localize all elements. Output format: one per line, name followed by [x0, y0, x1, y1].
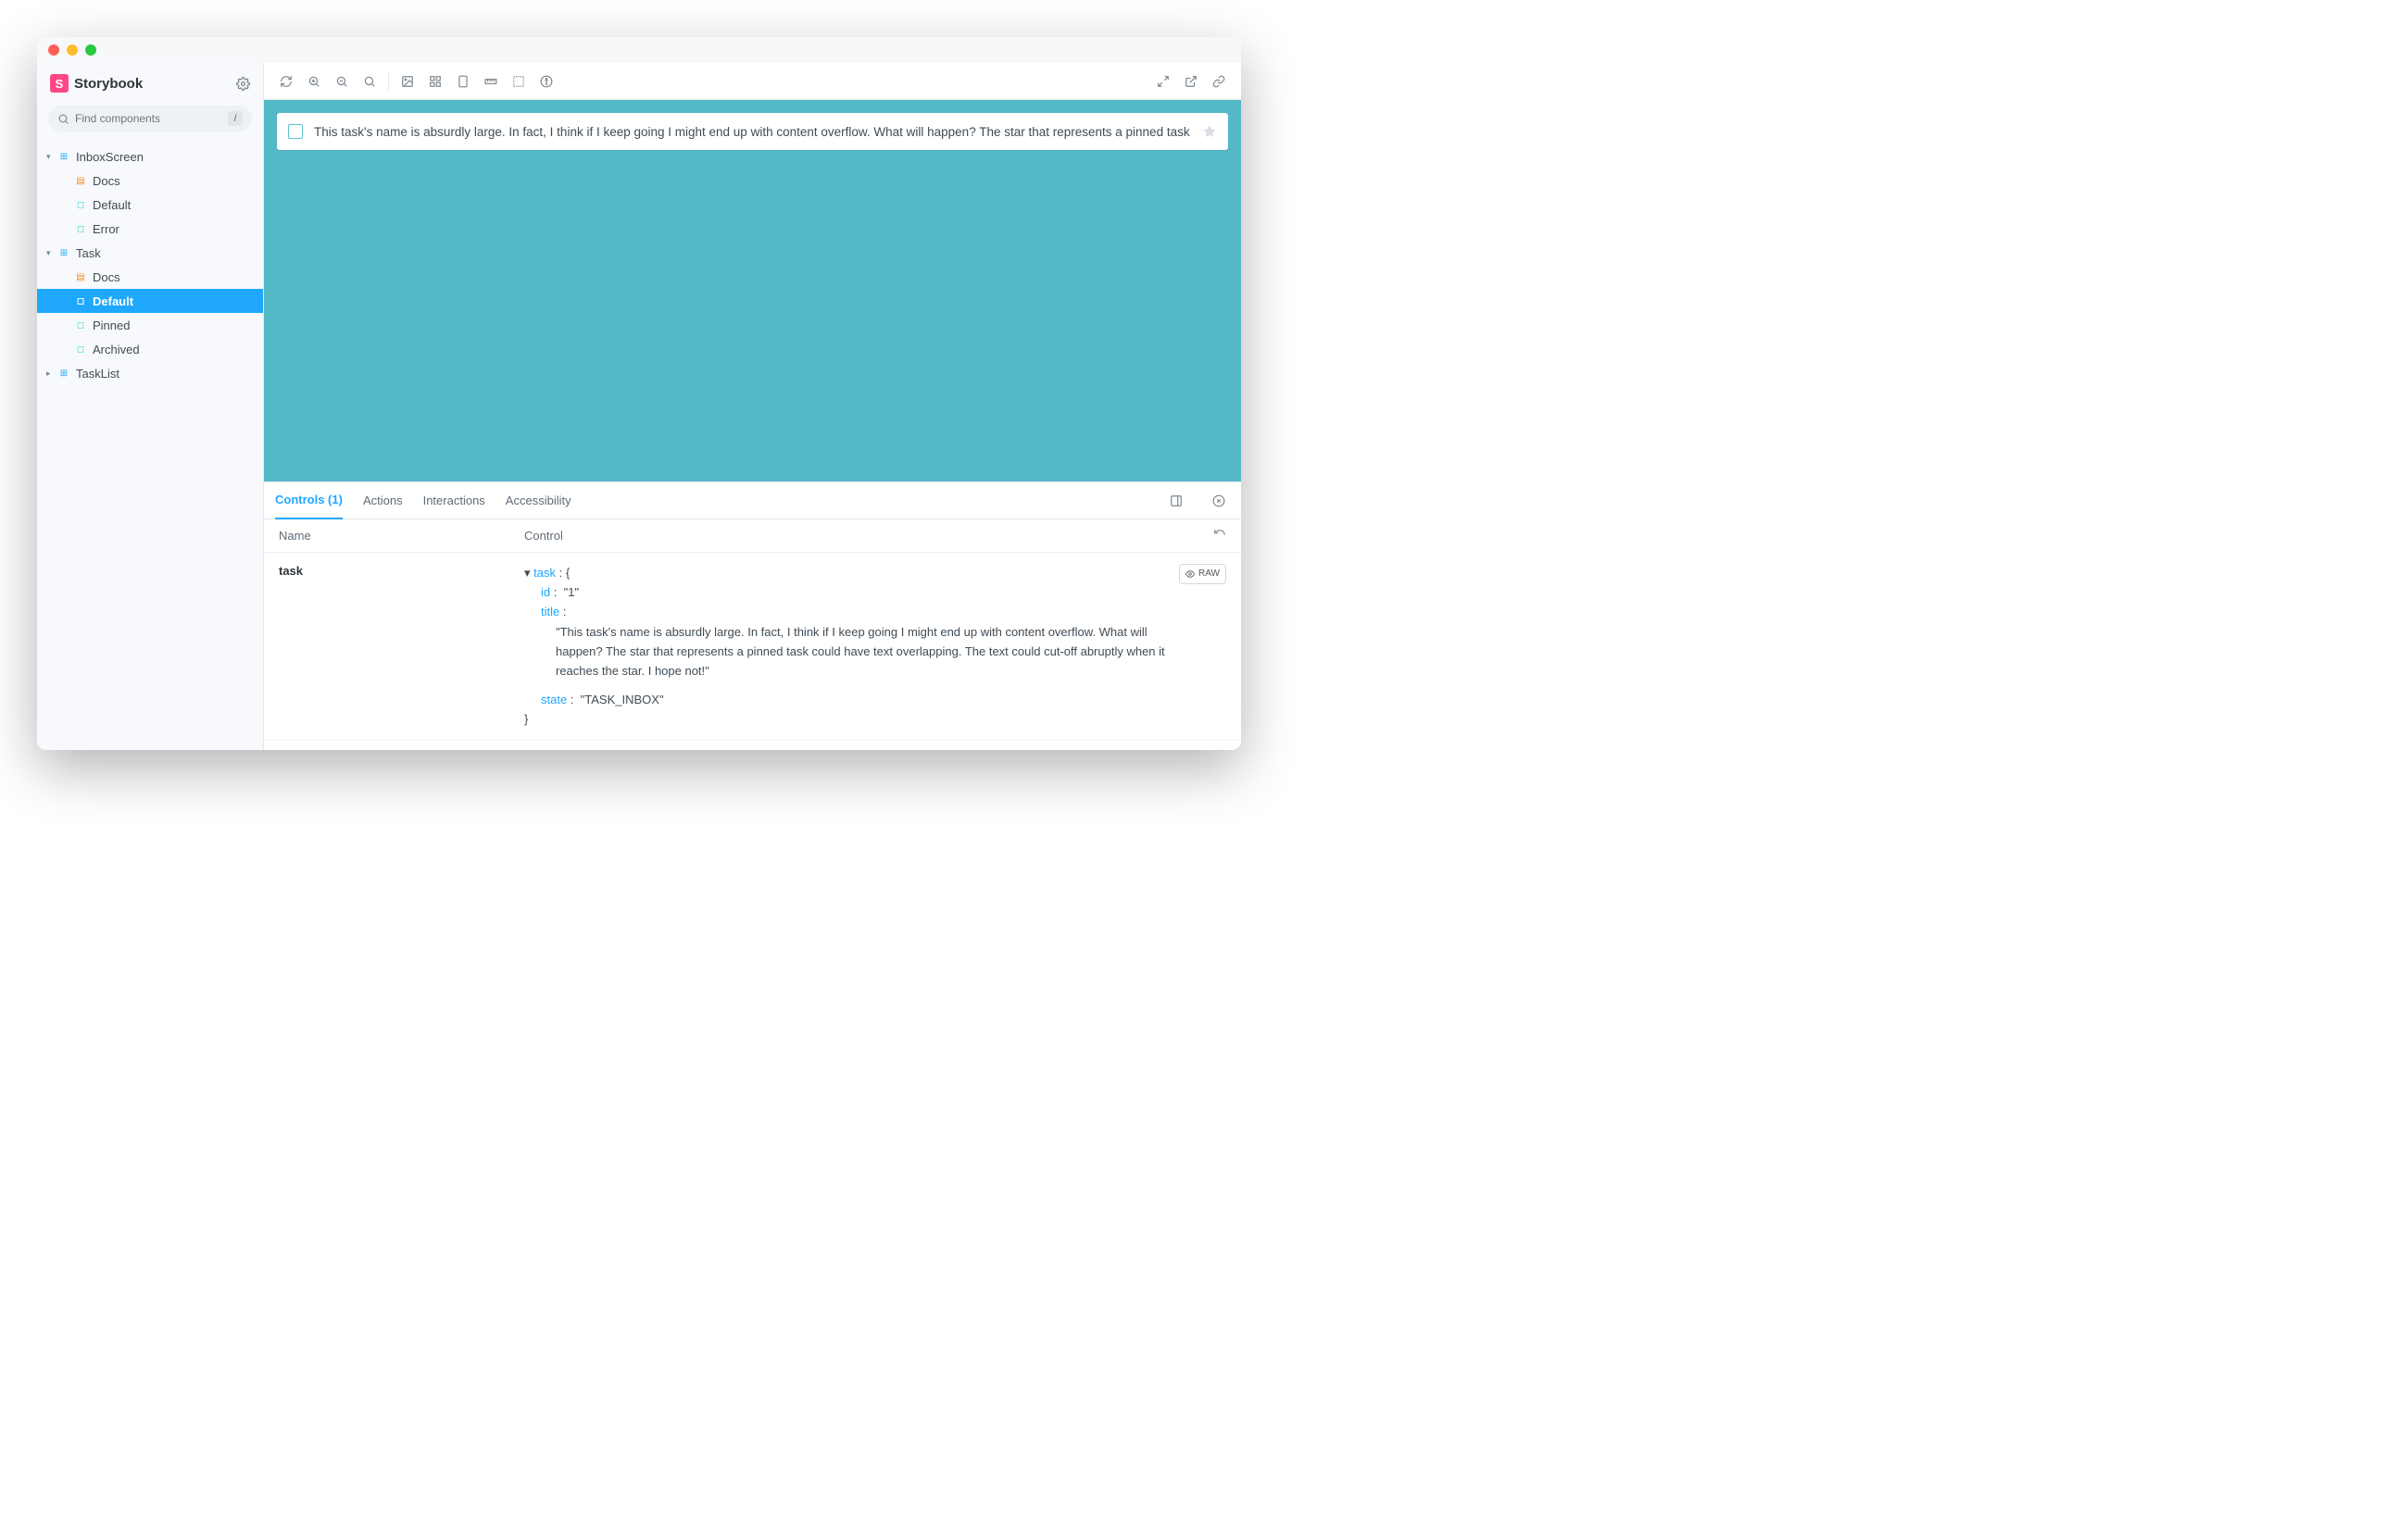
- component-icon: ⊞: [57, 248, 70, 258]
- json-key-task: task: [533, 566, 556, 580]
- bookmark-icon: ◻: [74, 320, 87, 331]
- search-input-wrapper[interactable]: /: [48, 106, 252, 131]
- search-icon: [57, 113, 69, 125]
- sidebar-item-inboxscreen-default[interactable]: ◻ Default: [37, 193, 263, 217]
- star-icon[interactable]: [1202, 124, 1217, 139]
- window-zoom-dot[interactable]: [85, 44, 96, 56]
- brand-title: Storybook: [74, 76, 143, 92]
- task-item: This task's name is absurdly large. In f…: [277, 113, 1228, 150]
- background-icon[interactable]: [395, 69, 420, 94]
- addon-tabs: Controls (1) Actions Interactions Access…: [264, 482, 1241, 519]
- tab-controls[interactable]: Controls (1): [275, 482, 343, 519]
- bookmark-icon: ◻: [74, 344, 87, 355]
- json-value-state: "TASK_INBOX": [581, 693, 664, 706]
- zoom-out-icon[interactable]: [329, 69, 355, 94]
- grid-icon[interactable]: [422, 69, 448, 94]
- zoom-reset-icon[interactable]: [357, 69, 383, 94]
- document-icon: ▤: [74, 176, 87, 186]
- component-icon: ⊞: [57, 369, 70, 379]
- sidebar-item-task-docs[interactable]: ▤ Docs: [37, 265, 263, 289]
- document-icon: ▤: [74, 272, 87, 282]
- tree-label: Error: [93, 222, 119, 236]
- copy-link-icon[interactable]: [1206, 69, 1232, 94]
- close-panel-icon[interactable]: [1208, 494, 1230, 507]
- measure-icon[interactable]: [478, 69, 504, 94]
- tree-label: Archived: [93, 343, 140, 356]
- controls-body: Name Control task ▾ task : { id: [264, 519, 1241, 750]
- tab-accessibility[interactable]: Accessibility: [506, 482, 571, 519]
- tree-label: Docs: [93, 174, 120, 188]
- tree-label: Pinned: [93, 319, 130, 332]
- tree-label: Default: [93, 198, 131, 212]
- reset-controls-icon[interactable]: [1189, 529, 1226, 543]
- json-key-state: state: [541, 693, 567, 706]
- brand[interactable]: S Storybook: [50, 74, 143, 93]
- task-checkbox[interactable]: [288, 124, 303, 139]
- search-input[interactable]: [75, 112, 222, 125]
- sidebar-item-task-default[interactable]: ◻ Default: [37, 289, 263, 313]
- addons-panel: Controls (1) Actions Interactions Access…: [264, 481, 1241, 750]
- json-key-title: title: [541, 605, 559, 618]
- json-key-id: id: [541, 585, 550, 599]
- open-new-tab-icon[interactable]: [1178, 69, 1204, 94]
- chevron-right-icon: ▸: [46, 369, 56, 379]
- raw-label: RAW: [1198, 567, 1220, 581]
- sidebar-item-task-pinned[interactable]: ◻ Pinned: [37, 313, 263, 337]
- json-value-title: "This task's name is absurdly large. In …: [524, 623, 1172, 681]
- tree-label: Default: [93, 294, 133, 308]
- control-name: task: [279, 564, 524, 729]
- panel-orientation-icon[interactable]: [1165, 494, 1187, 507]
- search-shortcut-badge: /: [228, 111, 243, 126]
- task-title-text: This task's name is absurdly large. In f…: [314, 125, 1191, 139]
- navigation-tree: ▾ ⊞ InboxScreen ▤ Docs ◻ Default ◻: [37, 141, 263, 385]
- bookmark-icon: ◻: [74, 200, 87, 210]
- bookmark-icon: ◻: [74, 296, 87, 306]
- sidebar-item-task[interactable]: ▾ ⊞ Task: [37, 241, 263, 265]
- storybook-logo-icon: S: [50, 74, 69, 93]
- component-icon: ⊞: [57, 152, 70, 162]
- app-body: S Storybook / ▾ ⊞ InboxScreen: [37, 63, 1241, 750]
- tree-label: TaskList: [76, 367, 119, 381]
- remount-icon[interactable]: [273, 69, 299, 94]
- sidebar-item-inboxscreen-docs[interactable]: ▤ Docs: [37, 169, 263, 193]
- chevron-down-icon: ▾: [46, 152, 56, 162]
- raw-toggle-button[interactable]: RAW: [1179, 564, 1226, 584]
- control-row-task: task ▾ task : { id : "1" title : "This t…: [264, 553, 1241, 741]
- app-window: S Storybook / ▾ ⊞ InboxScreen: [37, 37, 1241, 750]
- story-canvas: This task's name is absurdly large. In f…: [264, 100, 1241, 481]
- sidebar-header: S Storybook: [37, 63, 263, 100]
- json-value-id: "1": [564, 585, 579, 599]
- window-close-dot[interactable]: [48, 44, 59, 56]
- tree-label: Task: [76, 246, 101, 260]
- tab-actions[interactable]: Actions: [363, 482, 403, 519]
- viewport-icon[interactable]: [450, 69, 476, 94]
- window-minimize-dot[interactable]: [67, 44, 78, 56]
- main-panel: This task's name is absurdly large. In f…: [264, 63, 1241, 750]
- sidebar-item-inboxscreen[interactable]: ▾ ⊞ InboxScreen: [37, 144, 263, 169]
- accessibility-icon[interactable]: [533, 69, 559, 94]
- fullscreen-icon[interactable]: [1150, 69, 1176, 94]
- sidebar: S Storybook / ▾ ⊞ InboxScreen: [37, 63, 264, 750]
- control-value[interactable]: ▾ task : { id : "1" title : "This task's…: [524, 564, 1226, 729]
- bookmark-icon: ◻: [74, 224, 87, 234]
- outline-icon[interactable]: [506, 69, 532, 94]
- tree-label: InboxScreen: [76, 150, 144, 164]
- column-name-header: Name: [279, 529, 524, 543]
- control-row-onarchivetask: onArchiveTask -: [264, 741, 1241, 750]
- zoom-in-icon[interactable]: [301, 69, 327, 94]
- window-titlebar: [37, 37, 1241, 63]
- sidebar-item-inboxscreen-error[interactable]: ◻ Error: [37, 217, 263, 241]
- tab-interactions[interactable]: Interactions: [423, 482, 485, 519]
- sidebar-item-task-archived[interactable]: ◻ Archived: [37, 337, 263, 361]
- canvas-toolbar: [264, 63, 1241, 100]
- controls-header-row: Name Control: [264, 519, 1241, 553]
- sidebar-item-tasklist[interactable]: ▸ ⊞ TaskList: [37, 361, 263, 385]
- gear-icon[interactable]: [236, 77, 250, 91]
- column-control-header: Control: [524, 529, 1189, 543]
- chevron-down-icon: ▾: [46, 248, 56, 258]
- tree-label: Docs: [93, 270, 120, 284]
- toolbar-separator: [388, 72, 389, 91]
